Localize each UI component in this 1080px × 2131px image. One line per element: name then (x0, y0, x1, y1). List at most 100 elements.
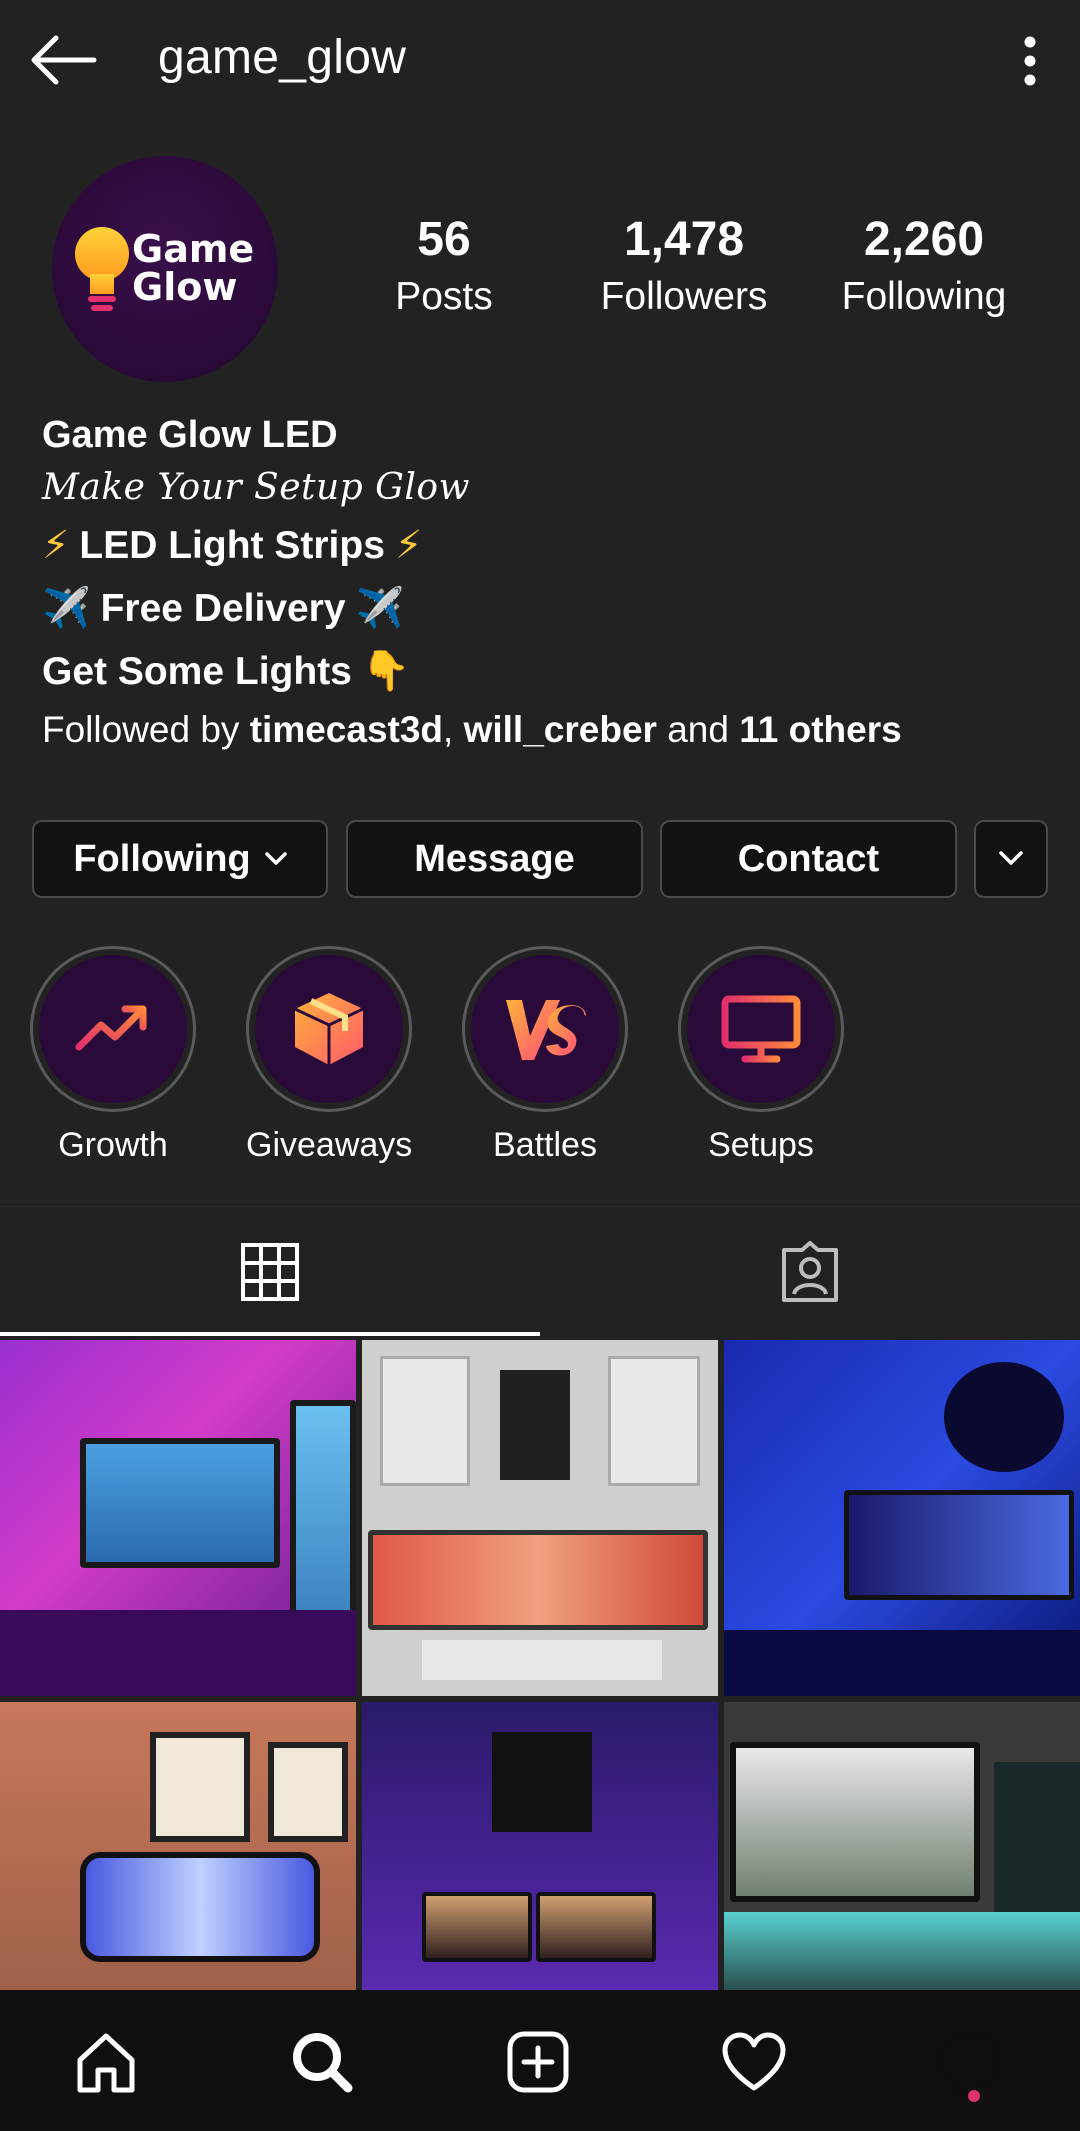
profile-bio: Game Glow LED Make Your Setup Glow ⚡ LED… (42, 408, 1052, 757)
pointing-down-icon: 👇 (361, 650, 411, 693)
post-thumbnail[interactable] (0, 1340, 356, 1696)
search-icon (293, 2033, 353, 2093)
highlight-ring (30, 946, 196, 1112)
page-title: game_glow (158, 31, 407, 84)
highlight-growth[interactable]: Growth (30, 946, 196, 1165)
highlight-label: Setups (708, 1126, 814, 1164)
airplane-icon: ✈️ (355, 587, 405, 630)
notification-dot (968, 2090, 980, 2102)
followed-by-text[interactable]: Followed by timecast3d, will_creber and … (42, 703, 1052, 757)
post-image-pc-case (994, 1762, 1080, 1932)
followed-by-others[interactable]: 11 others (739, 709, 901, 750)
post-image-poster (268, 1742, 348, 1842)
post-thumbnail[interactable] (724, 1340, 1080, 1696)
profile-name: Game Glow LED (42, 414, 338, 456)
monitor-icon (721, 995, 801, 1063)
post-image-pc-case (492, 1732, 592, 1832)
highlight-cover (39, 955, 187, 1103)
post-image-poster (380, 1356, 470, 1486)
post-image-desk (0, 1610, 356, 1696)
tab-selected-indicator (0, 1332, 540, 1336)
nav-create-button[interactable] (488, 2012, 588, 2112)
bottom-navigation (0, 1990, 1080, 2131)
bio-line: ⚡ LED Light Strips ⚡ (42, 514, 1052, 577)
highlight-setups[interactable]: Setups (678, 946, 844, 1165)
highlight-label: Growth (58, 1126, 168, 1164)
highlight-label: Giveaways (246, 1126, 413, 1164)
lightning-icon: ⚡ (394, 524, 423, 567)
bio-line: ✈️ Free Delivery ✈️ (42, 577, 1052, 640)
highlight-battles[interactable]: Battles (462, 946, 628, 1165)
post-thumbnail[interactable] (362, 1340, 718, 1696)
add-post-icon (507, 2031, 569, 2093)
nav-search-button[interactable] (272, 2012, 372, 2112)
following-stat[interactable]: 2,260 Following (814, 212, 1034, 319)
post-image-monitor (80, 1852, 320, 1962)
post-image-poster (500, 1370, 570, 1480)
lightning-icon: ⚡ (42, 524, 70, 567)
back-button[interactable] (28, 32, 98, 88)
vs-icon (506, 1000, 586, 1060)
tagged-user-icon (782, 1241, 838, 1302)
top-bar: game_glow (0, 0, 1080, 120)
highlight-label: Battles (493, 1126, 597, 1164)
highlight-ring (246, 946, 412, 1112)
avatar-logo-text: Game Glow (132, 230, 254, 306)
post-image-monitor (536, 1892, 656, 1962)
followed-by-and: and (667, 709, 729, 750)
highlight-cover (255, 955, 403, 1103)
post-image-monitor (80, 1438, 280, 1568)
message-button[interactable]: Message (346, 820, 643, 898)
post-image-desk (724, 1912, 1080, 1990)
posts-count: 56 (417, 213, 471, 266)
profile-avatar[interactable]: Game Glow (52, 156, 278, 382)
following-button-label: Following (73, 837, 251, 880)
post-thumbnail[interactable] (724, 1702, 1080, 1990)
suggested-accounts-button[interactable] (974, 820, 1048, 898)
following-button[interactable]: Following (32, 820, 328, 898)
contact-button-label: Contact (737, 837, 880, 880)
post-image-monitor (368, 1530, 708, 1630)
more-options-button[interactable] (1010, 36, 1050, 86)
more-vertical-icon (1024, 36, 1036, 86)
post-image-poster (608, 1356, 700, 1486)
followers-count: 1,478 (623, 213, 745, 266)
nav-home-button[interactable] (56, 2012, 156, 2112)
post-image-logo (944, 1362, 1064, 1472)
post-image-desk (724, 1630, 1080, 1696)
post-image-desk (422, 1640, 662, 1680)
avatar-logo-line2: Glow (132, 265, 238, 309)
following-label: Following (841, 275, 1007, 318)
posts-grid (0, 1340, 1080, 1990)
posts-stat[interactable]: 56 Posts (334, 212, 554, 319)
tab-grid[interactable] (0, 1207, 540, 1337)
highlight-giveaways[interactable]: Giveaways (246, 946, 412, 1165)
nav-activity-button[interactable] (704, 2012, 804, 2112)
contact-button[interactable]: Contact (660, 820, 957, 898)
bio-line-text: LED Light Strips (79, 524, 385, 567)
followers-stat[interactable]: 1,478 Followers (574, 212, 794, 319)
post-image-poster (150, 1732, 250, 1842)
airplane-icon: ✈️ (42, 587, 91, 630)
post-thumbnail[interactable] (362, 1702, 718, 1990)
bio-line-text: Get Some Lights (42, 650, 352, 693)
following-count: 2,260 (863, 213, 985, 266)
post-image-monitor (422, 1892, 532, 1962)
follower-link[interactable]: timecast3d (250, 709, 443, 750)
highlight-cover (471, 955, 619, 1103)
heart-icon (722, 2032, 786, 2091)
profile-tabs (0, 1206, 1080, 1336)
followers-label: Followers (600, 275, 768, 318)
post-thumbnail[interactable] (0, 1702, 356, 1990)
grid-icon (241, 1243, 299, 1301)
box-icon (294, 993, 364, 1065)
bio-line: Get Some Lights 👇 (42, 640, 1052, 703)
chevron-down-icon (264, 852, 287, 865)
post-image-monitor (730, 1742, 980, 1902)
bio-line-text: Free Delivery (100, 587, 346, 630)
tab-tagged[interactable] (540, 1207, 1080, 1337)
followed-by-separator: , (443, 709, 454, 750)
follower-link[interactable]: will_creber (464, 709, 657, 750)
message-button-label: Message (414, 837, 575, 880)
posts-label: Posts (395, 275, 493, 318)
